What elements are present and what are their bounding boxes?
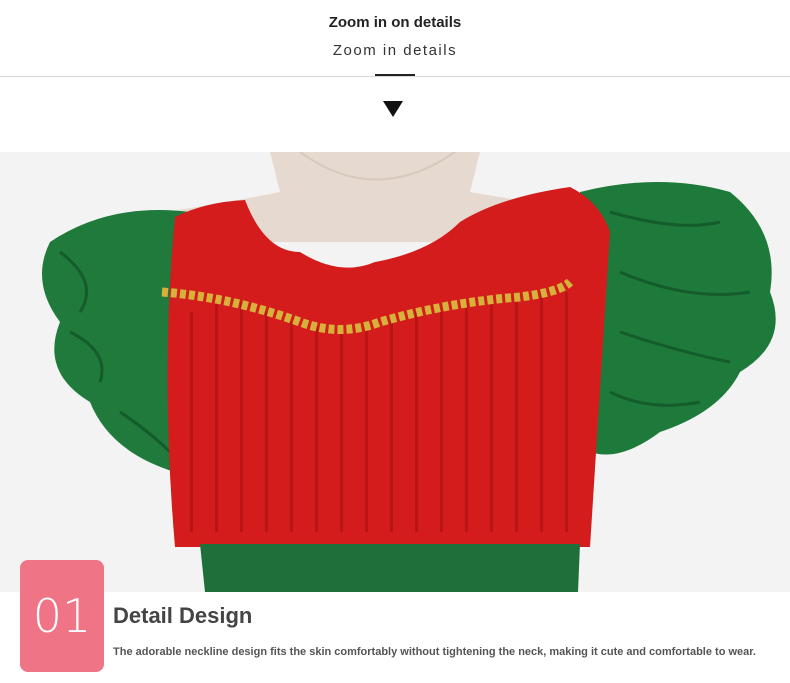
feature-title: Detail Design: [113, 603, 253, 628]
feature-number-badge: 01: [20, 560, 104, 672]
page-subtitle: Zoom in details: [332, 42, 458, 59]
header: Zoom in on details Zoom in details: [0, 0, 790, 152]
arrow-down-icon: [383, 101, 403, 117]
dress-illustration: [0, 152, 790, 592]
divider-accent: [375, 74, 415, 76]
product-detail-photo: [0, 152, 790, 592]
feature-description: The adorable neckline design fits the sk…: [113, 646, 756, 658]
page-title: Zoom in on details: [328, 14, 462, 31]
green-sash: [200, 544, 580, 592]
divider: [0, 76, 790, 77]
